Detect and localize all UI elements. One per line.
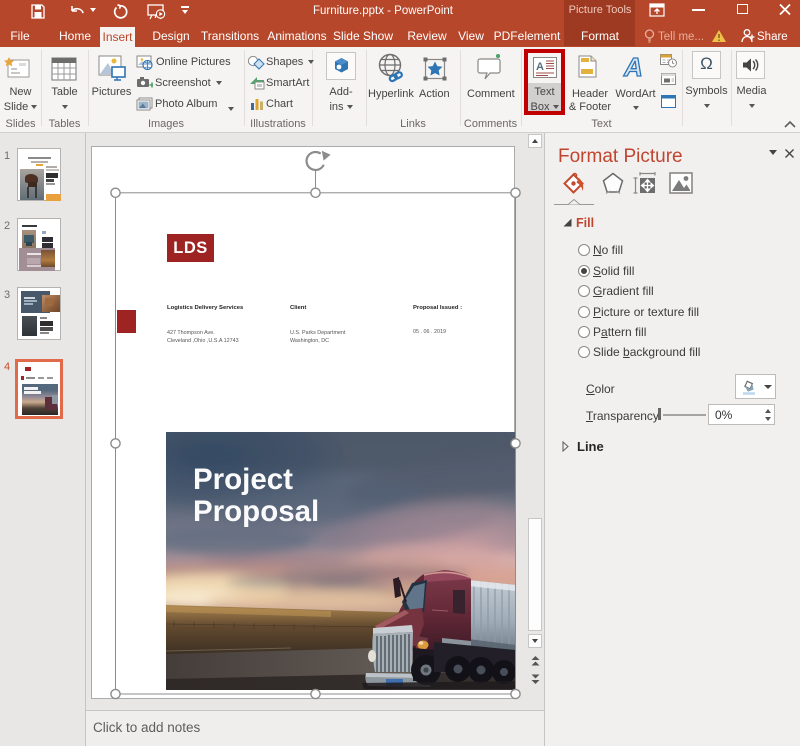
svg-text:A: A: [623, 53, 643, 81]
